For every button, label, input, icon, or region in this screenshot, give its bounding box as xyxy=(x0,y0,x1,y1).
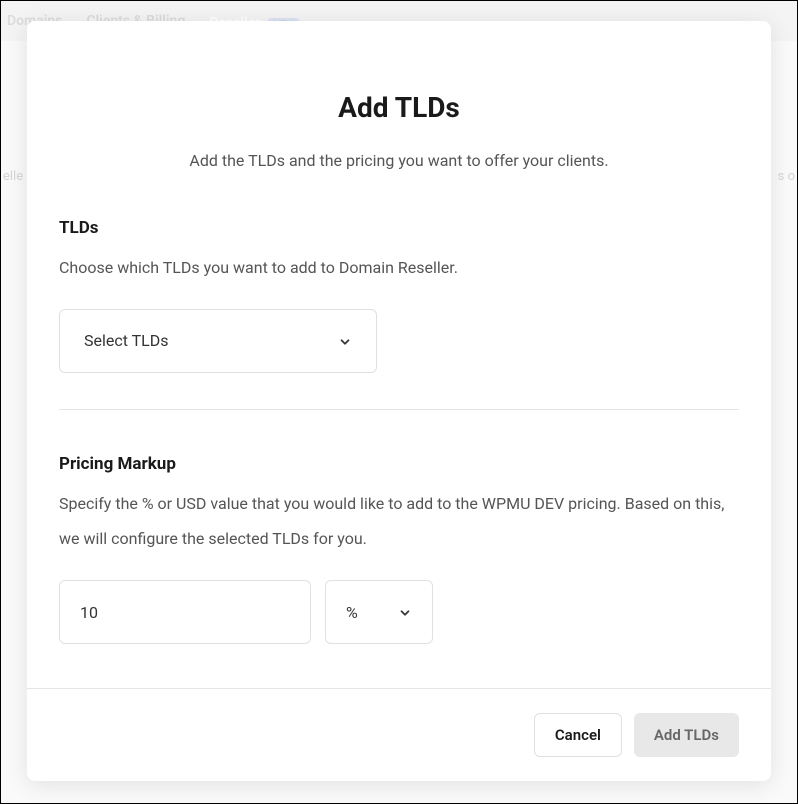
section-divider xyxy=(59,409,739,410)
tlds-description: Choose which TLDs you want to add to Dom… xyxy=(59,250,739,285)
pricing-section: Pricing Markup Specify the % or USD valu… xyxy=(59,454,739,680)
add-tlds-modal: Add TLDs Add the TLDs and the pricing yo… xyxy=(27,21,771,781)
pricing-description: Specify the % or USD value that you woul… xyxy=(59,486,739,556)
pricing-value-input[interactable] xyxy=(59,580,311,644)
modal-footer: Cancel Add TLDs xyxy=(27,688,771,781)
pricing-label: Pricing Markup xyxy=(59,454,739,474)
select-tlds-label: Select TLDs xyxy=(84,331,169,350)
tlds-section: TLDs Choose which TLDs you want to add t… xyxy=(59,218,739,409)
tlds-label: TLDs xyxy=(59,218,739,238)
select-tlds-dropdown[interactable]: Select TLDs xyxy=(59,309,377,373)
modal-header: Add TLDs Add the TLDs and the pricing yo… xyxy=(27,21,771,194)
modal-subtitle: Add the TLDs and the pricing you want to… xyxy=(59,148,739,174)
modal-body: TLDs Choose which TLDs you want to add t… xyxy=(27,194,771,688)
add-tlds-button[interactable]: Add TLDs xyxy=(634,713,739,757)
pricing-input-row: % xyxy=(59,580,739,644)
pricing-unit-dropdown[interactable]: % xyxy=(325,580,433,644)
pricing-unit-label: % xyxy=(346,603,358,622)
chevron-down-icon xyxy=(338,334,352,348)
modal-title: Add TLDs xyxy=(59,91,739,124)
chevron-down-icon xyxy=(398,605,412,619)
cancel-button[interactable]: Cancel xyxy=(534,713,622,757)
